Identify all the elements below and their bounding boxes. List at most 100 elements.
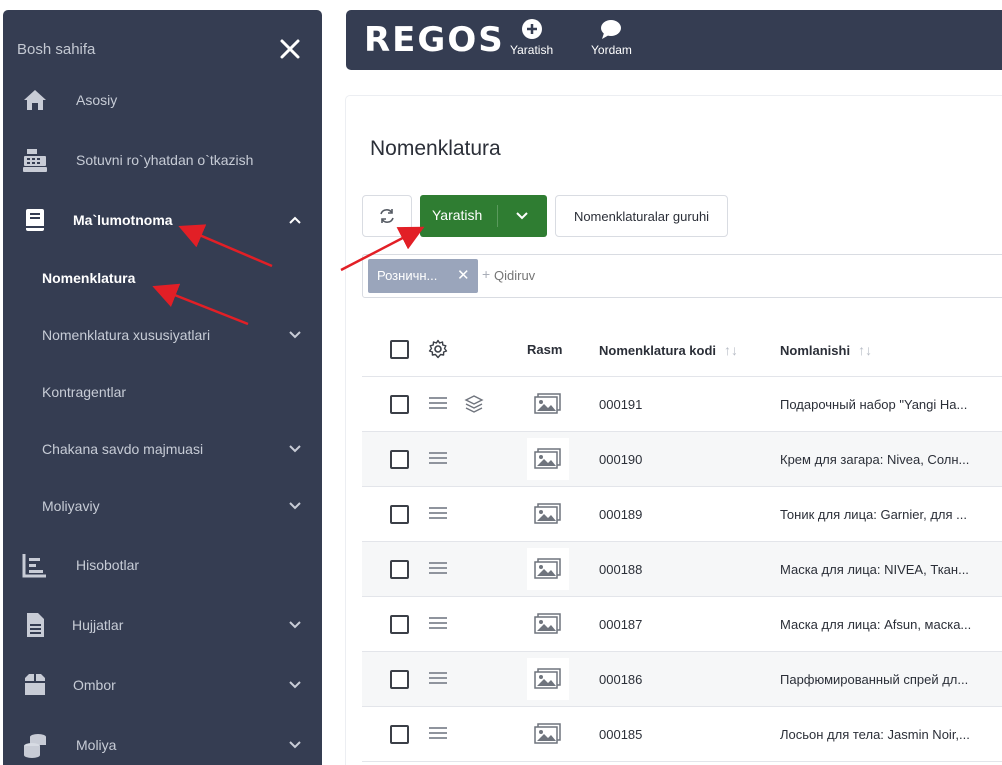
sidebar-item-ombor[interactable]: Ombor <box>3 665 322 705</box>
sidebar-subitem-nomenklatura[interactable]: Nomenklatura <box>3 258 322 298</box>
app-window: Bosh sahifa Asosiy Sotuvni ro`yhatdan o`… <box>0 0 1002 765</box>
sort-icon[interactable]: ↑↓ <box>724 342 738 358</box>
gear-icon[interactable] <box>428 339 448 359</box>
sidebar-item-malumotnoma[interactable]: Ma`lumotnoma <box>3 200 322 240</box>
page-title: Nomenklatura <box>370 137 501 160</box>
table-row[interactable]: 000190 Крем для загара: Nivea, Солн... <box>362 432 1002 487</box>
refresh-icon <box>380 209 394 223</box>
drag-handle-icon[interactable] <box>429 672 447 686</box>
cell-code: 000191 <box>599 397 643 412</box>
box-icon <box>25 674 45 695</box>
sidebar-item-hujjatlar[interactable]: Hujjatlar <box>3 605 322 645</box>
plus-icon: + <box>482 266 491 282</box>
column-header-name-label: Nomlanishi <box>780 343 851 358</box>
cell-name: Подарочный набор "Yangi Ha... <box>780 397 968 412</box>
image-placeholder-icon <box>527 493 569 535</box>
cell-name: Маска для лица: Afsun, маска... <box>780 617 972 632</box>
row-checkbox[interactable] <box>390 615 409 634</box>
table-row[interactable]: 000191 Подарочный набор "Yangi Ha... <box>362 377 1002 432</box>
sidebar-item-label: Chakana savdo majmuasi <box>42 441 204 457</box>
cell-code: 000185 <box>599 727 643 742</box>
nomenclature-groups-button[interactable]: Nomenklaturalar guruhi <box>555 195 728 237</box>
top-help-label: Yordam <box>591 43 632 57</box>
chevron-down-icon[interactable] <box>514 208 530 224</box>
row-checkbox[interactable] <box>390 560 409 579</box>
sidebar-item-moliya[interactable]: Moliya <box>3 725 322 765</box>
close-icon[interactable]: ✕ <box>457 266 470 284</box>
cell-code: 000189 <box>599 507 643 522</box>
sidebar-item-label: Asosiy <box>76 92 118 108</box>
cell-name: Парфюмированный спрей дл... <box>780 672 969 687</box>
chat-icon <box>601 20 622 39</box>
image-placeholder-icon <box>527 713 569 755</box>
table-row[interactable]: 000187 Маска для лица: Afsun, маска... <box>362 597 1002 652</box>
drag-handle-icon[interactable] <box>429 397 447 411</box>
drag-handle-icon[interactable] <box>429 727 447 741</box>
table-header: Rasm Nomenklatura kodi ↑↓ Nomlanishi ↑↓ <box>362 321 1002 377</box>
chevron-down-icon <box>289 331 301 339</box>
sidebar-subitem-nomenklatura-xususiyatlari[interactable]: Nomenklatura xususiyatlari <box>3 315 322 355</box>
sidebar-item-label: Sotuvni ro`yhatdan o`tkazish <box>76 152 254 168</box>
chevron-down-icon <box>289 445 301 453</box>
column-header-image: Rasm <box>527 342 563 357</box>
layers-icon[interactable] <box>464 394 484 419</box>
search-input[interactable] <box>494 268 694 283</box>
cell-name: Тоник для лица: Garnier, для ... <box>780 507 967 522</box>
table-row[interactable]: 000185 Лосьон для тела: Jasmin Noir,... <box>362 707 1002 762</box>
sidebar-item-asosiy[interactable]: Asosiy <box>3 80 322 120</box>
row-checkbox[interactable] <box>390 670 409 689</box>
image-placeholder-icon <box>527 383 569 425</box>
sidebar-subitem-kontragentlar[interactable]: Kontragentlar <box>3 372 322 412</box>
column-header-code-label: Nomenklatura kodi <box>599 343 717 358</box>
column-header-name[interactable]: Nomlanishi ↑↓ <box>780 342 872 358</box>
column-header-code[interactable]: Nomenklatura kodi ↑↓ <box>599 342 738 358</box>
select-all-checkbox[interactable] <box>390 340 409 359</box>
create-button[interactable]: Yaratish <box>420 195 547 237</box>
drag-handle-icon[interactable] <box>429 562 447 576</box>
sidebar-item-hisobotlar[interactable]: Hisobotlar <box>3 545 322 585</box>
sidebar-item-label: Kontragentlar <box>42 384 127 400</box>
row-checkbox[interactable] <box>390 505 409 524</box>
sidebar-item-label: Moliya <box>76 737 117 753</box>
sidebar-subitem-moliyaviy[interactable]: Moliyaviy <box>3 486 322 526</box>
image-placeholder-icon <box>527 658 569 700</box>
top-create-button[interactable]: Yaratish <box>510 18 553 57</box>
table-row[interactable]: 000188 Маска для лица: NIVEA, Ткан... <box>362 542 1002 597</box>
coins-icon <box>24 734 46 758</box>
table-row[interactable]: 000186 Парфюмированный спрей дл... <box>362 652 1002 707</box>
filter-chip-label: Розничн... <box>377 268 438 283</box>
sidebar-title: Bosh sahifa <box>17 41 96 58</box>
close-icon[interactable] <box>279 38 301 60</box>
chevron-up-icon <box>289 216 301 224</box>
sidebar-item-label: Moliyaviy <box>42 498 100 514</box>
row-checkbox[interactable] <box>390 450 409 469</box>
refresh-button[interactable] <box>362 195 412 237</box>
row-checkbox[interactable] <box>390 395 409 414</box>
cell-name: Крем для загара: Nivea, Солн... <box>780 452 970 467</box>
drag-handle-icon[interactable] <box>429 507 447 521</box>
table-row[interactable]: 000189 Тоник для лица: Garnier, для ... <box>362 487 1002 542</box>
logo: REGOS <box>364 20 505 60</box>
chevron-down-icon <box>289 741 301 749</box>
drag-handle-icon[interactable] <box>429 452 447 466</box>
sort-icon[interactable]: ↑↓ <box>858 342 872 358</box>
top-bar: REGOS Yaratish Yordam <box>346 10 1002 70</box>
row-checkbox[interactable] <box>390 725 409 744</box>
create-button-label: Yaratish <box>432 207 483 223</box>
sidebar: Bosh sahifa Asosiy Sotuvni ro`yhatdan o`… <box>3 10 322 765</box>
image-placeholder-icon <box>527 548 569 590</box>
cell-name: Маска для лица: NIVEA, Ткан... <box>780 562 969 577</box>
top-help-button[interactable]: Yordam <box>591 18 632 57</box>
drag-handle-icon[interactable] <box>429 617 447 631</box>
sidebar-subitem-chakana-savdo[interactable]: Chakana savdo majmuasi <box>3 429 322 469</box>
filter-bar[interactable]: Розничн... ✕ + <box>362 254 1002 298</box>
sidebar-item-sales[interactable]: Sotuvni ro`yhatdan o`tkazish <box>3 140 322 180</box>
filter-chip[interactable]: Розничн... ✕ <box>368 259 478 293</box>
cell-code: 000190 <box>599 452 643 467</box>
sidebar-item-label: Nomenklatura xususiyatlari <box>42 327 211 343</box>
cell-code: 000188 <box>599 562 643 577</box>
chevron-down-icon <box>289 502 301 510</box>
sidebar-item-label: Ma`lumotnoma <box>73 212 173 228</box>
sidebar-item-label: Hujjatlar <box>72 617 124 633</box>
sidebar-item-label: Nomenklatura <box>42 270 136 286</box>
